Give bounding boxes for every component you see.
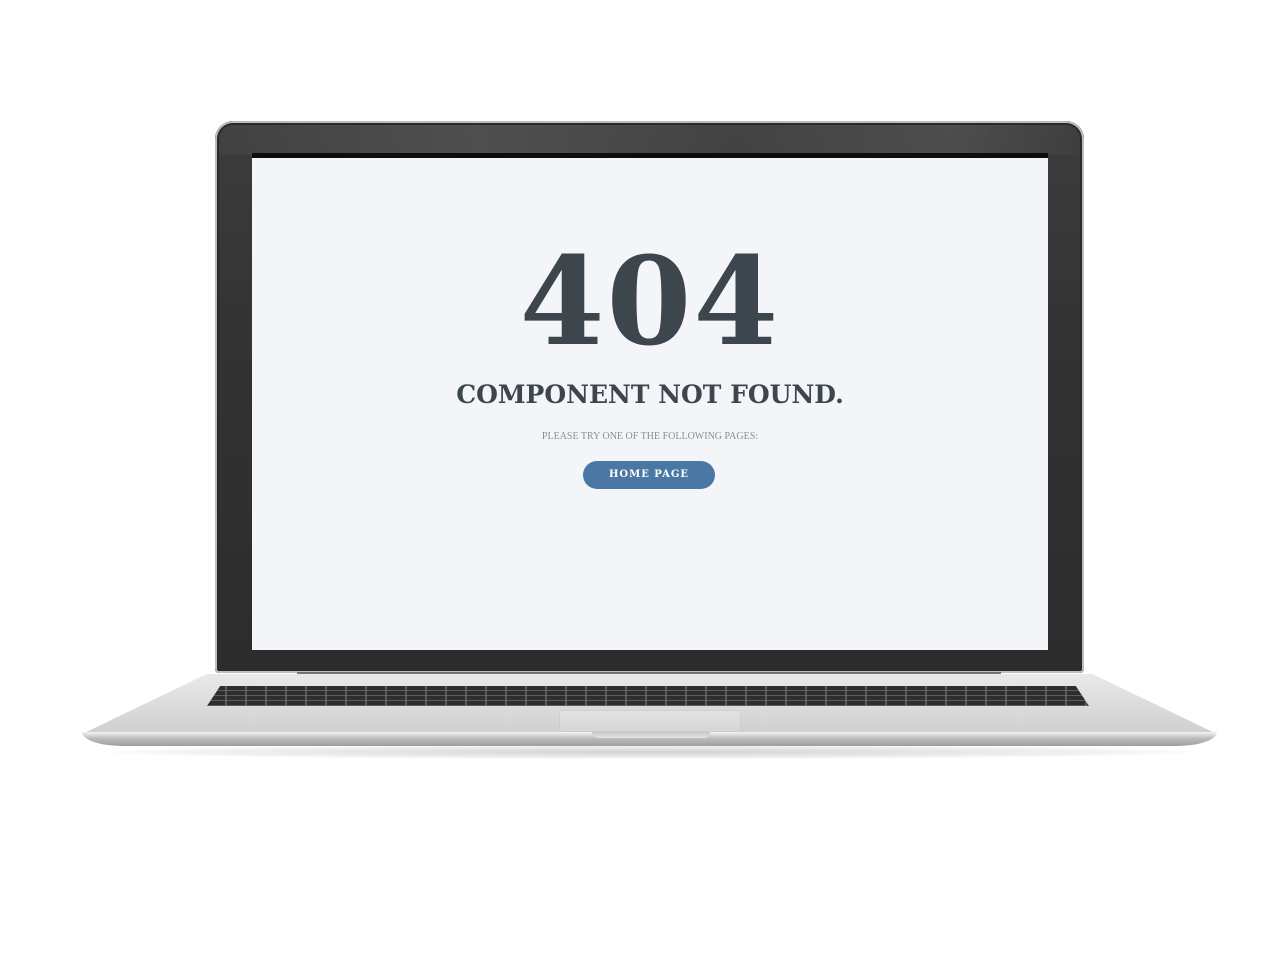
home-page-button[interactable]: HOME PAGE [583,461,715,489]
laptop-shadow [110,745,1190,759]
laptop-notch [592,732,710,738]
error-page: 404 COMPONENT NOT FOUND. PLEASE TRY ONE … [252,158,1048,650]
error-title: COMPONENT NOT FOUND. [456,380,844,409]
keyboard-rows [207,686,1089,706]
bezel-glare [219,125,1080,155]
laptop-screen: 404 COMPONENT NOT FOUND. PLEASE TRY ONE … [252,153,1048,650]
laptop-trackpad [560,711,740,731]
error-code: 404 [519,229,781,373]
laptop-mockup: 404 COMPONENT NOT FOUND. PLEASE TRY ONE … [0,0,1280,959]
error-subtitle: PLEASE TRY ONE OF THE FOLLOWING PAGES: [541,431,759,442]
